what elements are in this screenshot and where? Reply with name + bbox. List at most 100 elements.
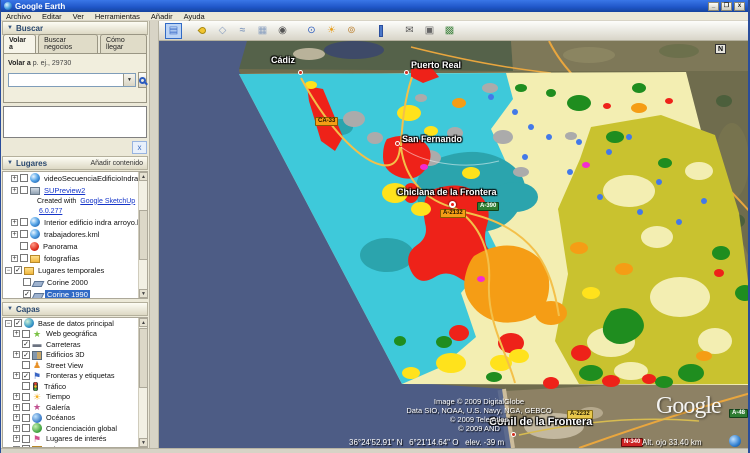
tree-item-trabajadores[interactable]: trabajadores.kml bbox=[3, 228, 147, 240]
menu-editar[interactable]: Editar bbox=[42, 12, 62, 21]
tree-item-video-kml[interactable]: videoSecuenciaEdificioIndra.kml bbox=[3, 172, 147, 184]
scroll-up-icon[interactable]: ▲ bbox=[139, 172, 148, 181]
checkbox[interactable] bbox=[22, 361, 30, 369]
close-button[interactable]: x bbox=[734, 2, 745, 11]
expand-icon[interactable] bbox=[13, 435, 20, 442]
checkbox[interactable] bbox=[22, 340, 30, 348]
checkbox[interactable] bbox=[22, 424, 30, 432]
checkbox[interactable] bbox=[20, 242, 28, 250]
layer-tiempo[interactable]: ☀ Tiempo bbox=[3, 392, 147, 403]
expand-icon[interactable] bbox=[13, 393, 20, 400]
layer-lugares-interes[interactable]: ⚑ Lugares de interés bbox=[3, 434, 147, 445]
expand-icon[interactable] bbox=[13, 404, 20, 411]
minimize-button[interactable]: _ bbox=[708, 2, 719, 11]
checkbox[interactable] bbox=[20, 218, 28, 226]
places-scrollbar[interactable]: ▲ ▼ bbox=[138, 172, 147, 298]
tree-item-fotografias[interactable]: fotografías bbox=[3, 252, 147, 264]
checkbox[interactable] bbox=[20, 230, 28, 238]
layer-trafico[interactable]: Tráfico bbox=[3, 381, 147, 392]
layers-section-header[interactable]: ▼ Capas bbox=[2, 302, 148, 316]
expand-icon[interactable] bbox=[11, 231, 18, 238]
search-button[interactable] bbox=[138, 72, 147, 88]
sidebar-splitter[interactable] bbox=[149, 21, 159, 448]
scroll-down-icon[interactable]: ▼ bbox=[139, 289, 148, 298]
combo-dropdown-button[interactable] bbox=[123, 74, 135, 86]
tab-volar-a[interactable]: Volar a bbox=[3, 34, 36, 53]
switch-planet-button[interactable]: ⊚ bbox=[343, 23, 360, 39]
sunlight-button[interactable]: ☀ bbox=[323, 23, 340, 39]
tree-item-lugares-temporales[interactable]: Lugares temporales bbox=[3, 264, 147, 276]
map-viewport[interactable]: Cádiz Puerto Real San Fernando Chiclana … bbox=[159, 41, 750, 448]
layer-street-view[interactable]: ♟ Street View bbox=[3, 360, 147, 371]
places-section-header[interactable]: ▼ Lugares Añadir contenido bbox=[2, 156, 148, 170]
expand-icon[interactable] bbox=[11, 175, 18, 182]
checkbox[interactable] bbox=[20, 186, 28, 194]
add-content-link[interactable]: Añadir contenido bbox=[90, 160, 143, 167]
layer-carreteras[interactable]: ▬ Carreteras bbox=[3, 339, 147, 350]
checkbox[interactable] bbox=[22, 435, 30, 443]
view-in-maps-button[interactable]: ▩ bbox=[441, 23, 458, 39]
label-san-fernando[interactable]: San Fernando bbox=[402, 134, 462, 144]
tree-item-supreview2[interactable]: SUPreview2 bbox=[3, 184, 147, 196]
tree-item-corine-2000[interactable]: Corine 2000 bbox=[3, 276, 147, 288]
expand-icon[interactable] bbox=[11, 219, 18, 226]
layer-web-geografica[interactable]: ★ Web geográfica bbox=[3, 329, 147, 340]
layer-oceanos[interactable]: Océanos bbox=[3, 413, 147, 424]
menu-herramientas[interactable]: Herramientas bbox=[95, 12, 140, 21]
menu-ver[interactable]: Ver bbox=[73, 12, 84, 21]
menu-anadir[interactable]: Añadir bbox=[151, 12, 173, 21]
checkbox[interactable] bbox=[22, 330, 30, 338]
add-polygon-button[interactable]: ◇ bbox=[214, 23, 231, 39]
compass-north-indicator[interactable]: N bbox=[715, 44, 726, 54]
add-image-overlay-button[interactable]: ▦ bbox=[254, 23, 271, 39]
checkbox[interactable] bbox=[22, 393, 30, 401]
expand-icon[interactable] bbox=[13, 425, 20, 432]
layer-galeria[interactable]: ★ Galería bbox=[3, 402, 147, 413]
historical-imagery-button[interactable]: ⊙ bbox=[303, 23, 320, 39]
layer-base-datos[interactable]: Base de datos principal bbox=[3, 318, 147, 329]
label-chiclana[interactable]: Chiclana de la Frontera bbox=[397, 187, 497, 197]
record-tour-button[interactable]: ◉ bbox=[274, 23, 291, 39]
checkbox[interactable] bbox=[14, 319, 22, 327]
tab-buscar-negocios[interactable]: Buscar negocios bbox=[38, 34, 98, 53]
checkbox[interactable] bbox=[22, 372, 30, 380]
expand-icon[interactable] bbox=[11, 255, 18, 262]
menu-archivo[interactable]: Archivo bbox=[6, 12, 31, 21]
label-puerto-real[interactable]: Puerto Real bbox=[411, 60, 461, 70]
restore-button[interactable]: ❐ bbox=[721, 2, 732, 11]
clear-search-button[interactable]: x bbox=[132, 141, 147, 154]
add-placemark-button[interactable] bbox=[194, 23, 211, 39]
layer-concienciacion[interactable]: Concienciación global bbox=[3, 423, 147, 434]
print-button[interactable]: ▣ bbox=[421, 23, 438, 39]
scroll-thumb[interactable] bbox=[139, 328, 148, 388]
layers-scrollbar[interactable]: ▲ ▼ bbox=[138, 318, 147, 447]
label-cadiz[interactable]: Cádiz bbox=[271, 55, 295, 65]
layer-fronteras[interactable]: ⚑ Fronteras y etiquetas bbox=[3, 371, 147, 382]
scroll-up-icon[interactable]: ▲ bbox=[139, 318, 148, 327]
checkbox[interactable] bbox=[22, 382, 30, 390]
checkbox[interactable] bbox=[20, 174, 28, 182]
checkbox[interactable] bbox=[22, 351, 30, 359]
collapse-icon[interactable] bbox=[5, 267, 12, 274]
layer-edificios-3d[interactable]: Edificios 3D bbox=[3, 350, 147, 361]
expand-icon[interactable] bbox=[13, 414, 20, 421]
tree-item-panorama[interactable]: Panorama bbox=[3, 240, 147, 252]
ruler-button[interactable] bbox=[372, 23, 389, 39]
scroll-thumb[interactable] bbox=[139, 210, 148, 260]
tree-item-interior-kmz[interactable]: Interior edificio indra arroyo.kmz bbox=[3, 216, 147, 228]
checkbox[interactable] bbox=[20, 254, 28, 262]
checkbox[interactable] bbox=[23, 290, 31, 298]
menu-ayuda[interactable]: Ayuda bbox=[184, 12, 205, 21]
expand-icon[interactable] bbox=[13, 351, 20, 358]
email-button[interactable]: ✉ bbox=[401, 23, 418, 39]
expand-icon[interactable] bbox=[11, 187, 18, 194]
search-results-box[interactable] bbox=[3, 106, 147, 138]
toggle-sidebar-button[interactable]: ▤ bbox=[165, 23, 182, 39]
tree-item-corine-1990[interactable]: Corine 1990 bbox=[3, 288, 147, 299]
search-section-header[interactable]: ▼ Buscar bbox=[2, 21, 148, 35]
checkbox[interactable] bbox=[22, 414, 30, 422]
scroll-down-icon[interactable]: ▼ bbox=[139, 438, 148, 447]
checkbox[interactable] bbox=[23, 278, 31, 286]
expand-icon[interactable] bbox=[13, 330, 20, 337]
collapse-icon[interactable] bbox=[5, 320, 12, 327]
